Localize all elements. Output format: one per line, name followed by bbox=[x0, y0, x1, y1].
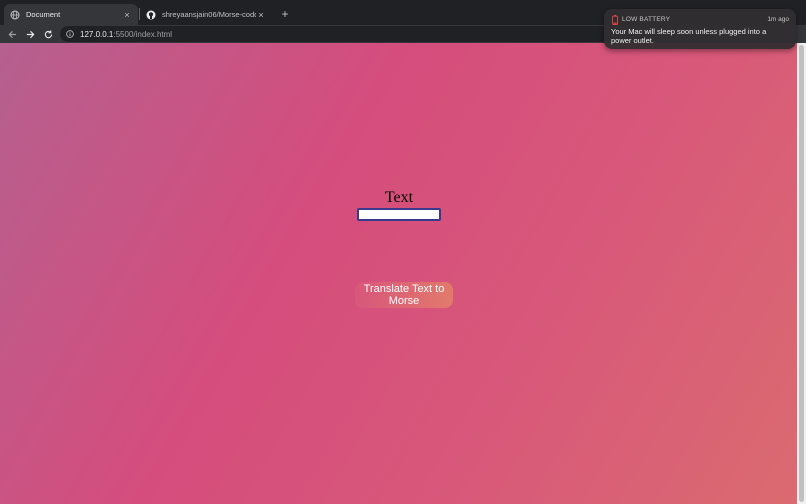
github-icon bbox=[146, 10, 156, 19]
forward-button[interactable] bbox=[23, 27, 37, 41]
scrollbar-thumb[interactable] bbox=[799, 45, 804, 502]
translate-button-label-line1: Translate Text to bbox=[363, 283, 445, 295]
tab-title: Document bbox=[26, 10, 61, 19]
translate-button[interactable]: Translate Text to Morse bbox=[355, 282, 453, 308]
tab-close-icon[interactable]: × bbox=[256, 10, 266, 20]
back-arrow-icon bbox=[8, 30, 16, 38]
notification-body: Your Mac will sleep soon unless plugged … bbox=[611, 27, 767, 45]
reload-button[interactable] bbox=[41, 27, 55, 41]
forward-arrow-icon bbox=[26, 30, 34, 38]
tab-document[interactable]: Document × bbox=[4, 4, 138, 25]
notification-time: 1m ago bbox=[767, 16, 789, 23]
address-bar[interactable]: 127.0.0.1:5500/index.html bbox=[60, 26, 620, 42]
url-host: 127.0.0.1 bbox=[80, 29, 114, 39]
tab-close-icon[interactable]: × bbox=[122, 10, 132, 20]
tab-github[interactable]: shreyaansjain06/Morse-codde × bbox=[140, 4, 272, 25]
notification-title: LOW BATTERY bbox=[622, 16, 671, 23]
reload-icon bbox=[44, 29, 52, 38]
page-viewport bbox=[0, 43, 797, 504]
tab-title: shreyaansjain06/Morse-codde bbox=[162, 10, 256, 19]
info-icon[interactable] bbox=[66, 30, 74, 38]
translate-button-label-line2: Morse bbox=[388, 295, 420, 307]
battery-icon bbox=[612, 15, 618, 25]
translator-form: Text bbox=[343, 189, 455, 221]
back-button[interactable] bbox=[5, 27, 19, 41]
text-input[interactable] bbox=[357, 208, 441, 221]
url-path: :5500/index.html bbox=[113, 29, 173, 39]
text-label: Text bbox=[384, 189, 414, 206]
scrollbar[interactable] bbox=[797, 43, 806, 504]
low-battery-notification[interactable]: LOW BATTERY 1m ago Your Mac will sleep s… bbox=[604, 9, 796, 49]
globe-icon bbox=[10, 10, 20, 19]
new-tab-button[interactable]: + bbox=[278, 6, 292, 22]
